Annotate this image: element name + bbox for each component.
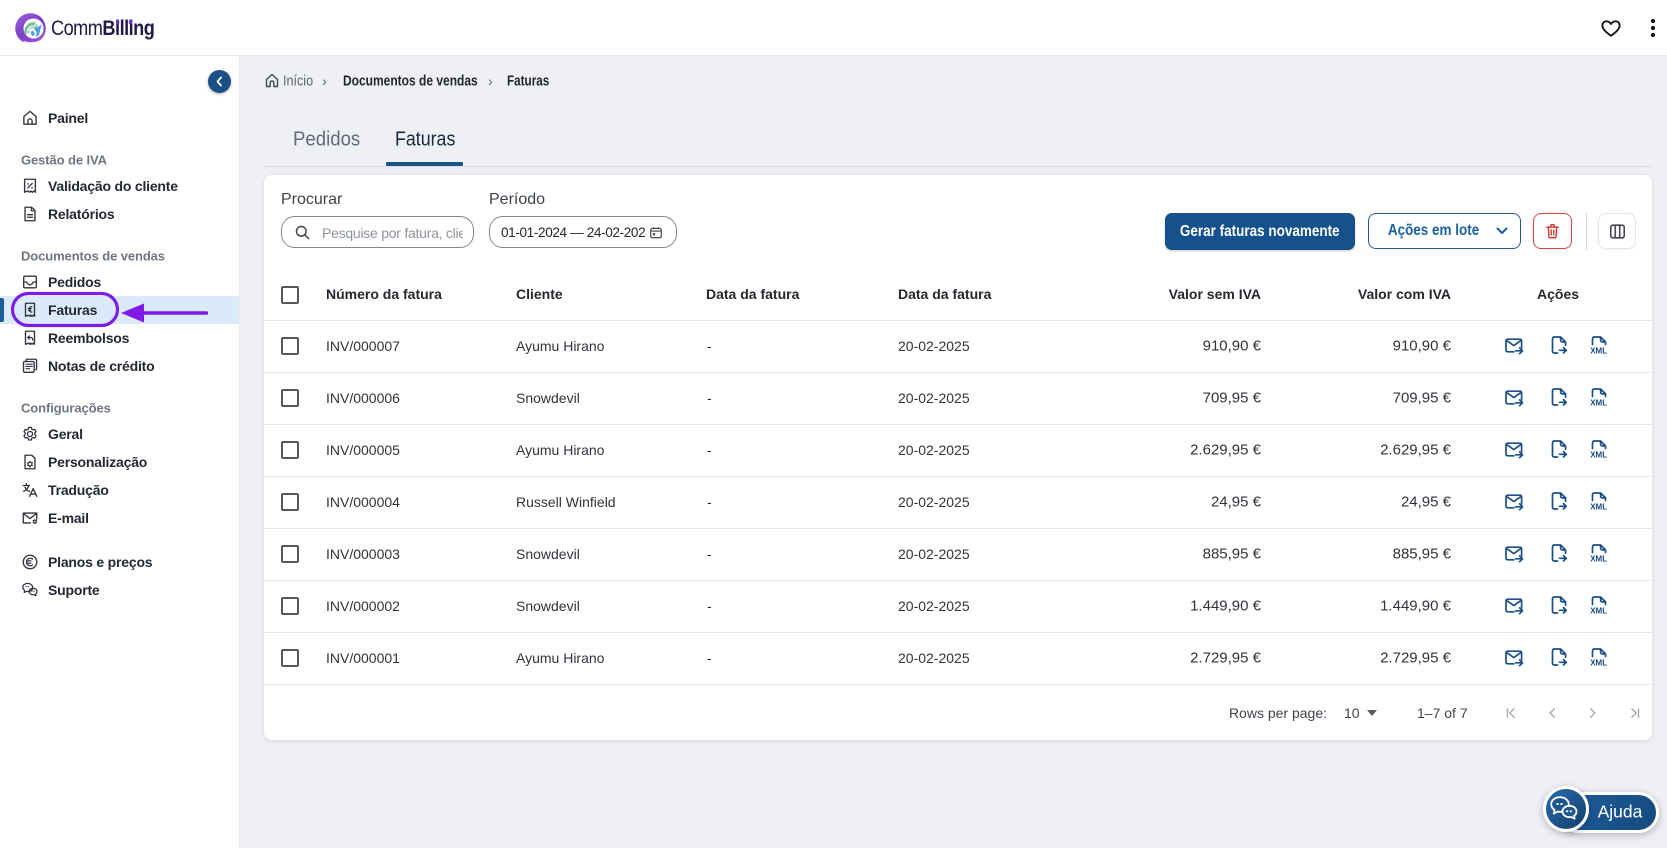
svg-text:XML: XML [1590,347,1607,355]
svg-text:XML: XML [1590,399,1607,407]
svg-text:XML: XML [1590,503,1607,511]
svg-text:XML: XML [1590,555,1607,563]
svg-text:XML: XML [1590,451,1607,459]
svg-text:XML: XML [1590,607,1607,615]
svg-text:XML: XML [1590,659,1607,667]
